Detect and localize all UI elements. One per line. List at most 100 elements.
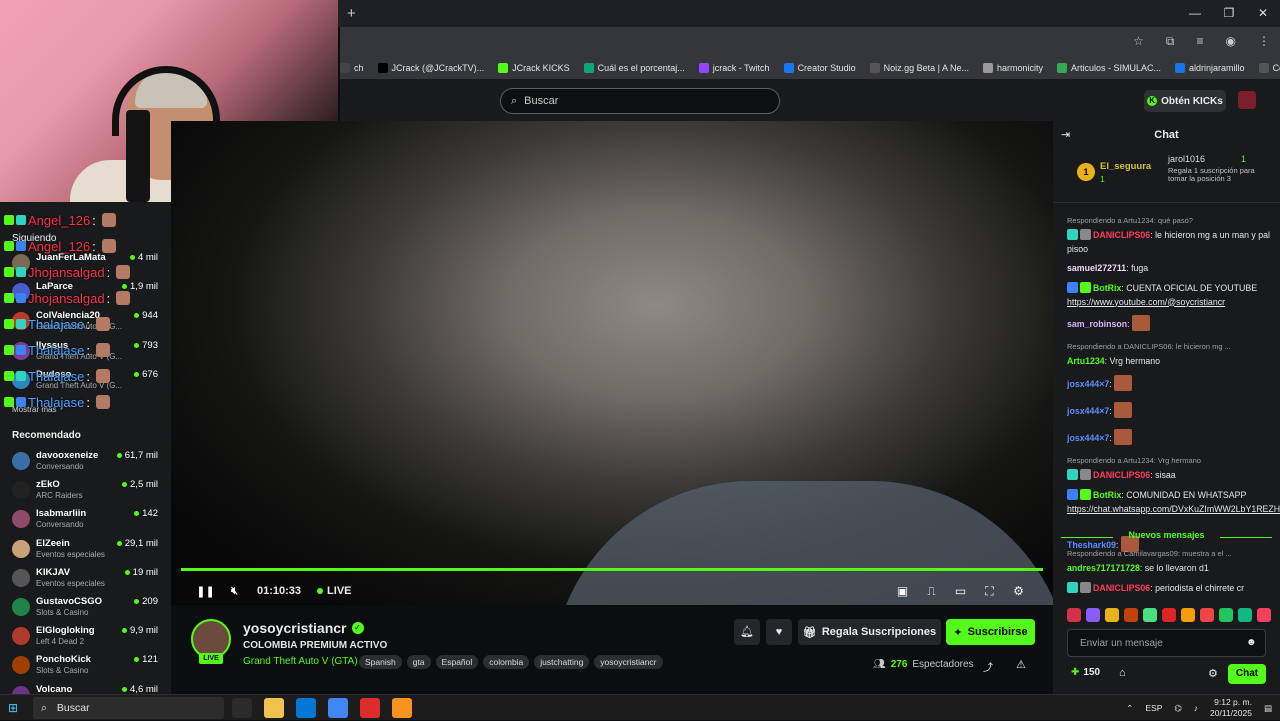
chat-username[interactable]: josx444×7: [1067, 379, 1109, 389]
taskbar-app-icon[interactable]: [264, 698, 284, 718]
bookmark-item[interactable]: Noiz.gg Beta | A Ne...: [869, 63, 969, 73]
collapse-chat-icon[interactable]: ⇥: [1061, 128, 1070, 141]
taskbar-app-icon[interactable]: [232, 698, 252, 718]
stream-tag[interactable]: yosoycristiancr: [594, 655, 663, 669]
clock[interactable]: 9:12 p. m. 20/11/2025: [1210, 697, 1252, 719]
emote-icon[interactable]: [1067, 608, 1081, 622]
language-indicator[interactable]: ESP: [1145, 703, 1162, 713]
theater-mode-icon[interactable]: ▭: [954, 584, 967, 598]
stream-tag[interactable]: Spanish: [359, 655, 402, 669]
sidebar-channel-recommended[interactable]: ElGlogloking Left 4 Dead 2 9,9 mil: [12, 625, 166, 653]
clip-icon[interactable]: ⎍: [925, 584, 938, 598]
bookmark-item[interactable]: Creator Studio: [783, 63, 856, 73]
stream-tag[interactable]: gta: [406, 655, 431, 669]
tray-chevron-icon[interactable]: ⌃: [1126, 703, 1133, 714]
report-icon[interactable]: ⚠: [1016, 658, 1026, 671]
chat-username[interactable]: sam_robinson: [1067, 319, 1127, 329]
user-avatar[interactable]: [1238, 91, 1256, 109]
taskbar-app-icon[interactable]: [328, 698, 348, 718]
emote-icon[interactable]: [1257, 608, 1271, 622]
extensions-icon[interactable]: ⧉: [1166, 34, 1175, 49]
mini-player-icon[interactable]: ▣: [896, 584, 909, 598]
video-player[interactable]: [171, 121, 1053, 605]
stream-tag[interactable]: justchatting: [534, 655, 590, 669]
chat-username[interactable]: Artu1234: [1067, 356, 1105, 366]
menu-icon[interactable]: ⋮: [1258, 34, 1270, 49]
windows-start-icon[interactable]: ⊞: [8, 701, 18, 715]
chat-username[interactable]: DANICLIPS06: [1093, 583, 1150, 593]
chat-username[interactable]: DANICLIPS06: [1093, 230, 1150, 240]
live-indicator[interactable]: LIVE: [317, 585, 351, 597]
bookmark-item[interactable]: Articulos - SIMULAC...: [1057, 63, 1161, 73]
bookmark-item[interactable]: aldrinjaramillo: [1175, 63, 1245, 73]
profile-icon[interactable]: ◉: [1226, 34, 1236, 49]
emote-icon[interactable]: [1162, 608, 1176, 622]
minimize-icon[interactable]: —: [1178, 0, 1212, 27]
store-icon[interactable]: ⌂: [1119, 667, 1126, 679]
chat-username[interactable]: josx444×7: [1067, 406, 1109, 416]
taskbar-app-icon[interactable]: [296, 698, 316, 718]
video-progress-bar[interactable]: [181, 568, 1043, 571]
chat-link[interactable]: https://chat.whatsapp.com/DVxKuZImWW2LbY…: [1067, 504, 1280, 514]
close-icon[interactable]: ✕: [1246, 0, 1280, 27]
rank-2-name[interactable]: jarol1016: [1168, 154, 1205, 164]
get-kicks-button[interactable]: K Obtén KICKs: [1144, 90, 1226, 112]
notifications-icon[interactable]: ▤: [1264, 703, 1272, 714]
emote-icon[interactable]: [1200, 608, 1214, 622]
subscribe-button[interactable]: ✦ Suscribirse: [946, 619, 1035, 645]
sidebar-channel-recommended[interactable]: Isabmarliin Conversando 142: [12, 508, 166, 536]
taskbar-search[interactable]: ⌕ Buscar: [33, 697, 224, 719]
new-messages-divider[interactable]: Nuevos mensajes: [1053, 530, 1280, 544]
chat-link[interactable]: https://www.youtube.com/@soycristiancr: [1067, 297, 1225, 307]
pause-icon[interactable]: ❚❚: [196, 585, 214, 598]
bookmark-item[interactable]: JCrack (@JCrackTV)...: [377, 63, 484, 73]
gift-subs-button[interactable]: 🎁︎ Regala Suscripciones: [798, 619, 941, 645]
chat-settings-gear-icon[interactable]: ⚙: [1208, 667, 1218, 680]
chat-username[interactable]: DANICLIPS06: [1093, 470, 1150, 480]
bookmark-item[interactable]: JCrack KICKS: [498, 63, 570, 73]
network-icon[interactable]: ⌬: [1174, 703, 1181, 714]
sidebar-channel-recommended[interactable]: ElZeein Eventos especiales 29,1 mil: [12, 538, 166, 566]
media-icon[interactable]: ≡: [1197, 34, 1204, 49]
emote-icon[interactable]: [1086, 608, 1100, 622]
chat-username[interactable]: josx444×7: [1067, 433, 1109, 443]
follow-heart-icon[interactable]: ♥: [766, 619, 792, 645]
fullscreen-icon[interactable]: ⛶: [983, 584, 996, 598]
sidebar-channel-recommended[interactable]: PonchoKick Slots & Casino 121: [12, 654, 166, 682]
stream-tag[interactable]: colombia: [483, 655, 530, 669]
search-input[interactable]: ⌕ Buscar: [500, 88, 780, 114]
emote-icon[interactable]: [1143, 608, 1157, 622]
chat-username[interactable]: BotRix: [1093, 490, 1121, 500]
maximize-icon[interactable]: ❐: [1212, 0, 1246, 27]
stream-category[interactable]: Grand Theft Auto V (GTA): [243, 656, 358, 667]
emoji-icon[interactable]: ☻: [1246, 637, 1257, 648]
emote-icon[interactable]: [1124, 608, 1138, 622]
chat-input[interactable]: Enviar un mensaje: [1067, 629, 1266, 657]
sidebar-channel-recommended[interactable]: KIKJAV Eventos especiales 19 mil: [12, 567, 166, 595]
taskbar-app-icon[interactable]: [392, 698, 412, 718]
emote-icon[interactable]: [1219, 608, 1233, 622]
rank-1-name[interactable]: El_seguura: [1100, 161, 1151, 172]
sidebar-channel-recommended[interactable]: davooxeneize Conversando 61,7 mil: [12, 450, 166, 478]
sidebar-channel-recommended[interactable]: zEkO ARC Raiders 2,5 mil: [12, 479, 166, 507]
bookmark-item[interactable]: jcrack - Twitch: [698, 63, 770, 73]
chat-username[interactable]: BotRix: [1093, 283, 1121, 293]
volume-icon[interactable]: ♪: [1194, 703, 1198, 713]
emote-icon[interactable]: [1105, 608, 1119, 622]
taskbar-app-icon[interactable]: [360, 698, 380, 718]
bookmark-item[interactable]: Colección de M_blei...: [1258, 63, 1280, 73]
notifications-bell-icon[interactable]: 🔔︎: [734, 619, 760, 645]
share-icon[interactable]: ⤴: [983, 659, 993, 674]
bookmark-item[interactable]: ch: [340, 63, 364, 73]
bookmark-star-icon[interactable]: ☆: [1133, 34, 1144, 49]
settings-gear-icon[interactable]: ⚙: [1012, 584, 1025, 598]
chat-username[interactable]: samuel272711: [1067, 263, 1126, 273]
stream-tag[interactable]: Español: [435, 655, 479, 669]
streamer-name[interactable]: yosoycristiancr ✓: [243, 620, 364, 636]
bookmark-item[interactable]: harmonicity: [982, 63, 1043, 73]
bookmark-item[interactable]: Cuál es el porcentaj...: [583, 63, 685, 73]
channel-points[interactable]: ✚ 150: [1071, 667, 1100, 678]
emote-icon[interactable]: [1238, 608, 1252, 622]
sidebar-channel-recommended[interactable]: GustavoCSGO Slots & Casino 209: [12, 596, 166, 624]
sidebar-channel-recommended[interactable]: Volcano 4,6 mil: [12, 684, 166, 694]
